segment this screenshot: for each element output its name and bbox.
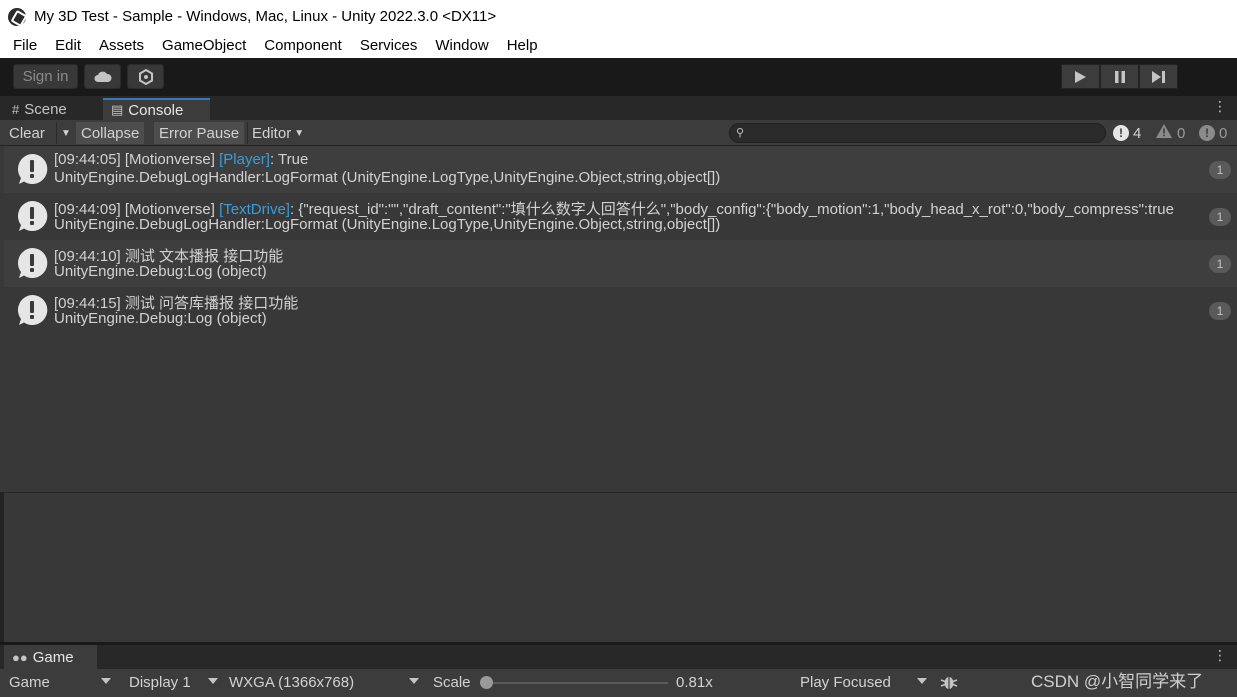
tab-game[interactable]: ●● Game <box>4 645 97 669</box>
console-toolbar: Clear ▼ Collapse Error Pause Editor ▼ ⚲ … <box>0 120 1237 146</box>
game-tab-bar: ●● Game ⋮ <box>0 645 1237 669</box>
game-tab-menu-kebab-icon[interactable]: ⋮ <box>1213 647 1227 664</box>
pause-button[interactable] <box>1100 64 1139 89</box>
log-entry[interactable]: [09:44:10] 测试 文本播报 接口功能 UnityEngine.Debu… <box>4 240 1237 287</box>
tab-game-label: Game <box>32 648 74 666</box>
menu-assets[interactable]: Assets <box>90 37 153 54</box>
log-stacktrace: UnityEngine.Debug:Log (object) <box>54 263 267 280</box>
sign-in-button[interactable]: Sign in <box>13 64 78 89</box>
menu-edit[interactable]: Edit <box>46 37 90 54</box>
tab-console-label: Console <box>128 101 184 119</box>
menu-window[interactable]: Window <box>426 37 497 54</box>
view-type-dropdown[interactable]: Game <box>9 669 50 695</box>
error-icon: ! <box>1199 125 1215 141</box>
collab-button[interactable] <box>127 64 164 89</box>
chevron-down-icon <box>101 678 111 684</box>
step-icon <box>1152 70 1165 83</box>
log-count-badge: 1 <box>1209 255 1231 273</box>
watermark: CSDN @小智同学来了 <box>1031 672 1204 691</box>
tab-scene-label: Scene <box>24 100 67 118</box>
tab-menu-kebab-icon[interactable]: ⋮ <box>1213 98 1227 115</box>
play-icon <box>1075 70 1086 83</box>
collab-icon <box>138 68 153 85</box>
info-message-icon <box>17 294 48 325</box>
tab-scene[interactable]: # Scene <box>4 98 75 120</box>
warning-count-toggle[interactable]: 0 <box>1155 122 1185 144</box>
warning-count: 0 <box>1177 124 1186 142</box>
info-message-icon <box>17 153 48 184</box>
collapse-toggle[interactable]: Collapse <box>76 122 145 144</box>
log-entry[interactable]: [09:44:15] 测试 问答库播报 接口功能 UnityEngine.Deb… <box>4 287 1237 334</box>
window-titlebar: My 3D Test - Sample - Windows, Mac, Linu… <box>0 0 1237 33</box>
scale-slider-track[interactable] <box>486 682 668 684</box>
main-toolbar: Sign in <box>0 58 1237 96</box>
playmode-controls <box>1061 64 1178 89</box>
console-icon: ▤ <box>111 102 124 117</box>
warning-icon <box>1155 123 1173 143</box>
scene-grid-icon: # <box>12 101 20 117</box>
frame-debugger-button[interactable] <box>940 669 958 695</box>
log-count-badge: 1 <box>1209 161 1231 179</box>
log-stacktrace: UnityEngine.DebugLogHandler:LogFormat (U… <box>54 169 721 186</box>
menu-help[interactable]: Help <box>498 37 547 54</box>
console-search-input[interactable]: ⚲ <box>729 123 1106 143</box>
info-message-icon <box>17 200 48 231</box>
scale-value: 0.81x <box>676 673 713 691</box>
bug-icon <box>940 676 958 689</box>
error-count-toggle[interactable]: ! 0 <box>1199 122 1227 144</box>
search-icon: ⚲ <box>736 127 745 139</box>
log-entry[interactable]: [09:44:05] [Motionverse] [Player]: True … <box>4 146 1237 193</box>
menu-file[interactable]: File <box>4 37 46 54</box>
editor-dropdown-label: Editor <box>252 124 292 142</box>
error-pause-toggle[interactable]: Error Pause <box>154 122 245 144</box>
resolution-dropdown[interactable]: WXGA (1366x768) <box>229 669 354 695</box>
menu-component[interactable]: Component <box>255 37 351 54</box>
log-entry[interactable]: [09:44:09] [Motionverse] [TextDrive]: {"… <box>4 193 1237 240</box>
window-title: My 3D Test - Sample - Windows, Mac, Linu… <box>34 8 497 25</box>
pause-icon <box>1114 70 1125 83</box>
play-mode-label: Play Focused <box>800 673 891 691</box>
info-icon: ! <box>1113 125 1129 141</box>
view-type-label: Game <box>9 673 50 691</box>
log-stacktrace: UnityEngine.DebugLogHandler:LogFormat (U… <box>54 216 721 233</box>
menu-gameobject[interactable]: GameObject <box>153 37 255 54</box>
menu-bar: File Edit Assets GameObject Component Se… <box>0 33 1237 58</box>
console-log-list: [09:44:05] [Motionverse] [Player]: True … <box>0 146 1237 492</box>
display-dropdown[interactable]: Display 1 <box>129 669 191 695</box>
tab-console[interactable]: ▤ Console <box>103 98 210 120</box>
scale-label: Scale <box>433 673 471 691</box>
editor-dropdown[interactable]: Editor ▼ <box>247 122 312 144</box>
resolution-label: WXGA (1366x768) <box>229 673 355 691</box>
chevron-down-icon: ▼ <box>294 127 305 139</box>
chevron-down-icon <box>208 678 218 684</box>
info-message-icon <box>17 247 48 278</box>
upper-tab-bar: # Scene ▤ Console ⋮ <box>0 96 1237 120</box>
display-label: Display 1 <box>129 673 191 691</box>
clear-options-dropdown[interactable]: ▼ <box>56 122 75 144</box>
cloud-button[interactable] <box>84 64 121 89</box>
log-stacktrace: UnityEngine.Debug:Log (object) <box>54 310 267 327</box>
log-count-toggle[interactable]: ! 4 <box>1113 122 1141 144</box>
scale-slider-handle[interactable] <box>480 676 493 689</box>
chevron-down-icon: ▼ <box>61 127 71 139</box>
cloud-icon <box>94 71 112 82</box>
log-count-badge: 1 <box>1209 208 1231 226</box>
chevron-down-icon <box>409 678 419 684</box>
play-mode-dropdown[interactable]: Play Focused <box>800 669 891 695</box>
menu-services[interactable]: Services <box>351 37 427 54</box>
unity-logo-icon <box>8 7 26 26</box>
play-button[interactable] <box>1061 64 1100 89</box>
log-count: 4 <box>1133 124 1142 142</box>
log-count-badge: 1 <box>1209 302 1231 320</box>
log-message: [09:44:05] [Motionverse] [Player]: True <box>54 151 309 168</box>
clear-button[interactable]: Clear <box>9 122 45 144</box>
step-button[interactable] <box>1139 64 1178 89</box>
log-detail-pane <box>4 493 1237 642</box>
error-count: 0 <box>1219 124 1228 142</box>
gamepad-icon: ●● <box>12 649 28 665</box>
chevron-down-icon <box>917 678 927 684</box>
